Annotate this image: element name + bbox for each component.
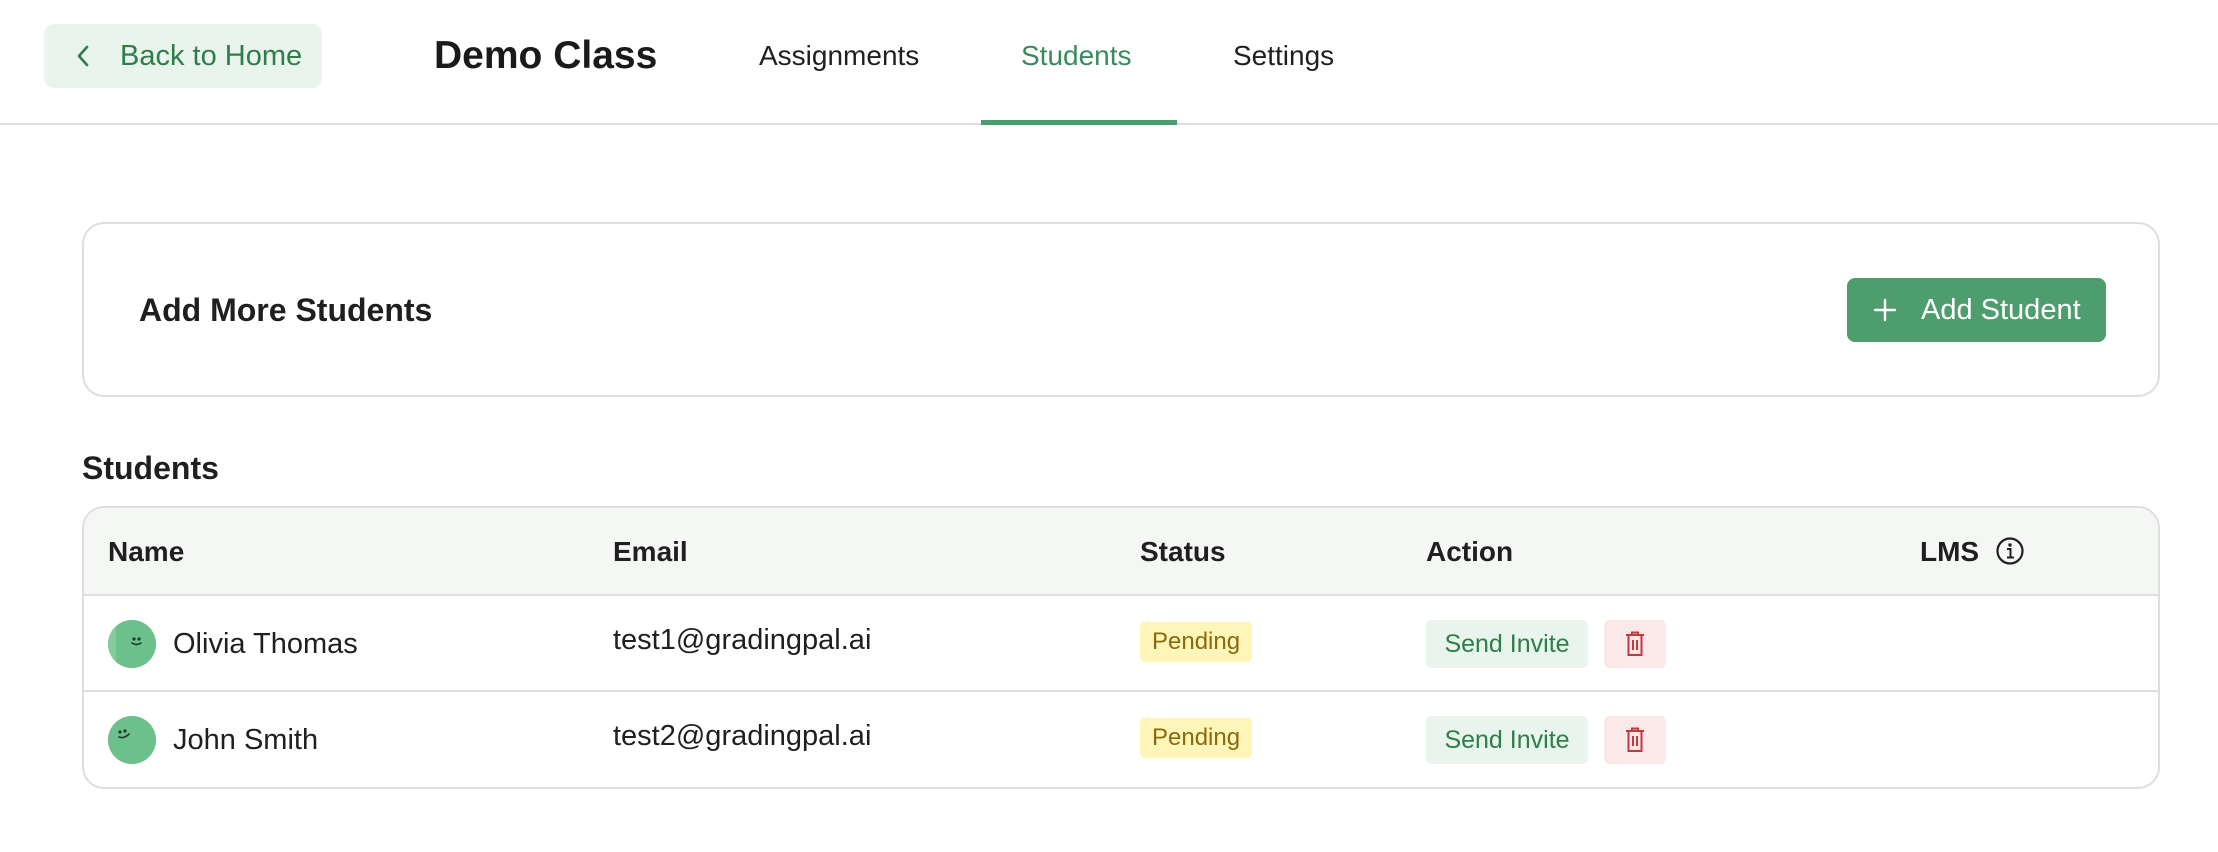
status-badge: Pending	[1140, 718, 1253, 758]
student-email: test1@gradingpal.ai	[613, 624, 872, 656]
column-header-name: Name	[108, 536, 185, 567]
smiley-avatar-icon	[108, 716, 156, 764]
trash-icon	[1626, 727, 1644, 752]
tab-assignments[interactable]: Assignments	[759, 40, 919, 72]
students-table: Name Email Status Action LMS Olivia Thom…	[82, 506, 2160, 789]
chevron-left-icon	[68, 41, 98, 71]
add-students-card: Add More Students Add Student	[82, 222, 2160, 397]
table-header: Name Email Status Action LMS	[84, 508, 2158, 596]
delete-student-button[interactable]	[1604, 620, 1666, 668]
trash-icon	[1626, 631, 1644, 656]
plus-icon	[1873, 298, 1897, 322]
column-header-status: Status	[1140, 536, 1226, 567]
student-name: Olivia Thomas	[173, 628, 358, 660]
send-invite-button[interactable]: Send Invite	[1426, 716, 1588, 764]
add-student-button[interactable]: Add Student	[1847, 278, 2106, 342]
add-student-label: Add Student	[1921, 293, 2081, 326]
column-header-action: Action	[1426, 536, 1514, 567]
tab-settings[interactable]: Settings	[1233, 40, 1334, 72]
student-email: test2@gradingpal.ai	[613, 720, 872, 752]
student-name: John Smith	[173, 724, 319, 756]
tab-students[interactable]: Students	[1021, 40, 1132, 72]
page-title: Demo Class	[434, 34, 658, 77]
back-to-home-button[interactable]: Back to Home	[44, 24, 322, 88]
info-icon[interactable]	[1995, 536, 2025, 566]
table-row: John Smith test2@gradingpal.ai Pending S…	[84, 692, 2158, 787]
send-invite-button[interactable]: Send Invite	[1426, 620, 1588, 668]
delete-student-button[interactable]	[1604, 716, 1666, 764]
table-row: Olivia Thomas test1@gradingpal.ai Pendin…	[84, 596, 2158, 692]
students-section-title: Students	[82, 450, 219, 486]
column-header-email: Email	[613, 536, 688, 567]
status-badge: Pending	[1140, 622, 1253, 662]
top-nav-bar: Back to Home Demo Class Assignments Stud…	[0, 0, 2218, 125]
smiley-avatar-icon	[108, 620, 156, 668]
column-header-lms: LMS	[1920, 536, 1980, 567]
back-to-home-label: Back to Home	[120, 39, 303, 72]
add-students-title: Add More Students	[139, 292, 433, 328]
active-tab-indicator	[981, 120, 1177, 125]
